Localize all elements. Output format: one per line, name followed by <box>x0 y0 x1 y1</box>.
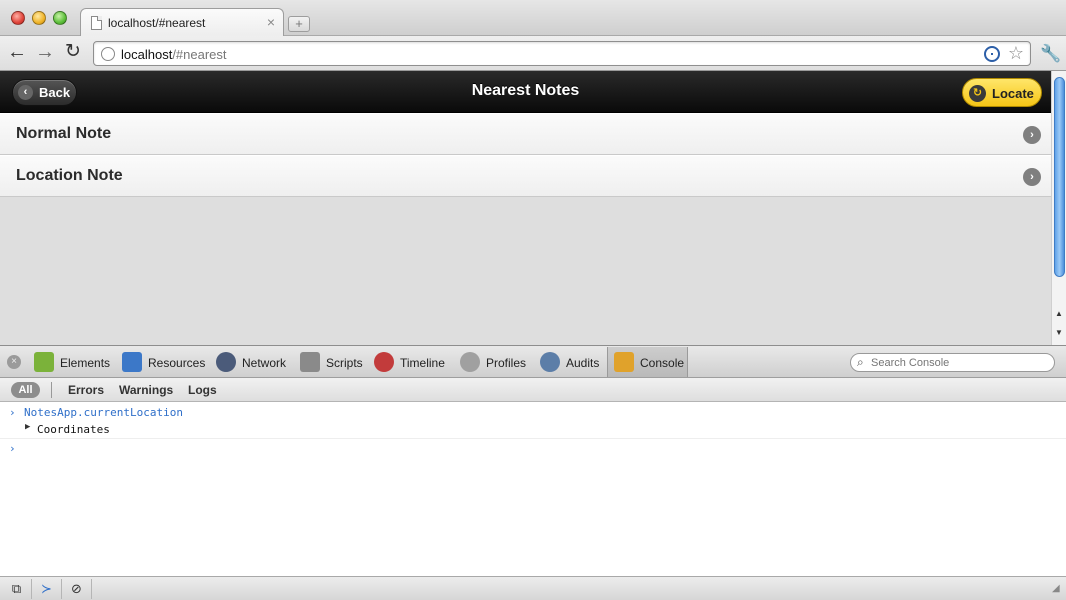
note-label: Normal Note <box>16 125 112 142</box>
tab-close-icon[interactable]: × <box>267 14 275 30</box>
tab-scripts[interactable]: Scripts <box>300 347 366 377</box>
prompt-icon: › <box>9 442 16 455</box>
locate-button[interactable]: ↻ Locate <box>962 78 1042 107</box>
tab-profiles[interactable]: Profiles <box>460 347 532 377</box>
tab-title: localhost/#nearest <box>108 16 206 30</box>
console-prompt-line[interactable]: › <box>0 440 1066 458</box>
console-filter-bar: All Errors Warnings Logs <box>0 378 1066 402</box>
filter-all[interactable]: All <box>11 382 40 398</box>
audits-icon <box>540 352 560 372</box>
filter-errors[interactable]: Errors <box>68 383 104 397</box>
search-console-field[interactable]: ⌕ <box>850 353 1055 372</box>
browser-tab[interactable]: localhost/#nearest × <box>80 8 284 37</box>
scroll-up-icon[interactable]: ▲ <box>1055 309 1063 318</box>
tab-label: Audits <box>566 356 600 370</box>
console-icon <box>614 352 634 372</box>
url-host: localhost <box>121 47 173 62</box>
chevron-right-icon: › <box>1023 126 1041 144</box>
tab-network[interactable]: Network <box>216 347 294 377</box>
tab-timeline[interactable]: Timeline <box>374 347 452 377</box>
devtools-toolbar: × Elements Resources Network Scripts Tim… <box>0 345 1066 378</box>
close-window-button[interactable] <box>11 11 25 25</box>
tab-label: Resources <box>148 356 206 370</box>
elements-icon <box>34 352 54 372</box>
browser-toolbar: ← → ↻ localhost/#nearest ☆ 🔧 <box>0 36 1066 71</box>
app-viewport: ‹ Back Nearest Notes ↻ Locate Normal Not… <box>0 71 1066 345</box>
filter-warnings[interactable]: Warnings <box>119 383 173 397</box>
tab-label: Console <box>640 356 685 370</box>
locate-button-label: Locate <box>992 86 1034 101</box>
resize-grip-icon[interactable]: ◢ <box>1052 583 1060 594</box>
tab-label: Scripts <box>326 356 363 370</box>
zoom-window-button[interactable] <box>53 11 67 25</box>
refresh-icon: ↻ <box>969 85 986 102</box>
network-icon <box>216 352 236 372</box>
search-input[interactable] <box>871 355 1049 370</box>
wrench-icon[interactable]: 🔧 <box>1040 44 1061 64</box>
list-item[interactable]: Location Note › <box>0 155 1051 197</box>
tab-label: Network <box>242 356 287 370</box>
new-tab-button[interactable]: + <box>288 16 310 32</box>
resources-icon <box>122 352 142 372</box>
url-path: /#nearest <box>172 47 227 62</box>
clear-console-icon[interactable]: ⊘ <box>62 579 92 599</box>
console-command-line: › NotesApp.currentLocation <box>0 404 1066 421</box>
reload-icon[interactable]: ↻ <box>62 42 84 64</box>
console-command: NotesApp.currentLocation <box>24 406 183 419</box>
timeline-icon <box>374 352 394 372</box>
prompt-icon: › <box>9 406 16 419</box>
bookmark-star-icon[interactable]: ☆ <box>1008 43 1024 64</box>
tab-label: Timeline <box>400 356 445 370</box>
note-label: Location Note <box>16 167 123 184</box>
tab-elements[interactable]: Elements <box>34 347 114 377</box>
scrollbar-thumb[interactable] <box>1054 77 1065 277</box>
page-icon <box>91 16 102 30</box>
chevron-right-icon: › <box>1023 168 1041 186</box>
page-title: Nearest Notes <box>471 82 580 99</box>
console-result-line[interactable]: ▶ Coordinates <box>0 421 1066 439</box>
tab-label: Elements <box>60 356 111 370</box>
tab-console[interactable]: Console <box>607 347 688 377</box>
back-arrow-icon[interactable]: ← <box>6 42 28 64</box>
console-output[interactable]: › NotesApp.currentLocation ▶ Coordinates… <box>0 402 1066 576</box>
dock-icon[interactable]: ⧉ <box>2 579 32 599</box>
list-item[interactable]: Normal Note › <box>0 113 1051 155</box>
browser-window: localhost/#nearest × + ← → ↻ localhost/#… <box>0 0 1066 600</box>
devtools-status-bar: ⧉ ≻ ⊘ ◢ <box>0 576 1066 600</box>
tab-resources[interactable]: Resources <box>122 347 208 377</box>
url-text[interactable]: localhost/#nearest <box>121 47 227 62</box>
console-result: Coordinates <box>37 423 110 436</box>
location-target-icon[interactable] <box>984 46 1000 62</box>
close-devtools-icon[interactable]: × <box>7 355 21 369</box>
tab-audits[interactable]: Audits <box>540 347 604 377</box>
globe-icon <box>101 47 115 61</box>
filter-logs[interactable]: Logs <box>188 383 217 397</box>
app-header: ‹ Back Nearest Notes ↻ Locate <box>0 71 1051 113</box>
scroll-down-icon[interactable]: ▼ <box>1055 328 1063 337</box>
search-icon: ⌕ <box>857 355 864 369</box>
scripts-icon <box>300 352 320 372</box>
profiles-icon <box>460 352 480 372</box>
address-bar[interactable]: localhost/#nearest ☆ <box>93 41 1031 66</box>
page-scrollbar[interactable]: ▲ ▼ <box>1051 71 1066 345</box>
forward-arrow-icon[interactable]: → <box>34 42 56 64</box>
tab-label: Profiles <box>486 356 527 370</box>
console-drawer-icon[interactable]: ≻ <box>32 579 62 599</box>
filter-divider <box>51 382 52 398</box>
notes-list: Normal Note › Location Note › <box>0 113 1051 197</box>
tab-strip: localhost/#nearest × + <box>0 0 1066 37</box>
minimize-window-button[interactable] <box>32 11 46 25</box>
disclosure-triangle-icon[interactable]: ▶ <box>25 422 30 432</box>
